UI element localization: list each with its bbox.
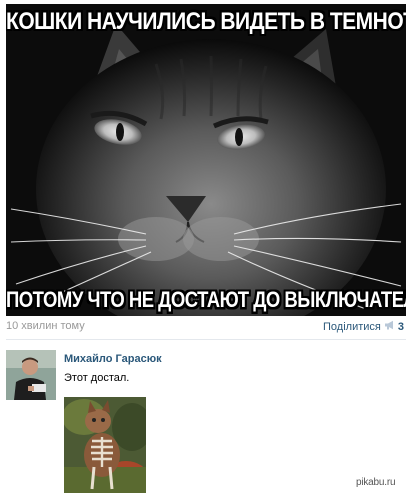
share-button[interactable]: Поділитися 3 bbox=[323, 320, 404, 333]
share-count: 3 bbox=[397, 320, 404, 333]
meme-image[interactable]: Кошки научились видеть в темноте, потому… bbox=[6, 4, 406, 316]
meme-bottom-caption: потому что не достают до выключателя bbox=[6, 286, 406, 312]
comment-author[interactable]: Михайло Гарасюк bbox=[64, 353, 162, 365]
comment-text: Этот достал. bbox=[64, 372, 130, 384]
watermark: pikabu.ru bbox=[356, 477, 396, 488]
meme-top-caption: Кошки научились видеть в темноте, bbox=[6, 8, 406, 35]
share-label: Поділитися bbox=[323, 320, 381, 333]
post-time[interactable]: 10 хвилин тому bbox=[6, 320, 85, 332]
cat-illustration bbox=[6, 4, 406, 316]
comment-attachment-image[interactable] bbox=[64, 397, 146, 493]
megaphone-icon bbox=[384, 320, 395, 333]
avatar[interactable] bbox=[6, 350, 56, 400]
post-meta: 10 хвилин тому Поділитися 3 bbox=[6, 316, 406, 336]
divider bbox=[6, 339, 406, 340]
